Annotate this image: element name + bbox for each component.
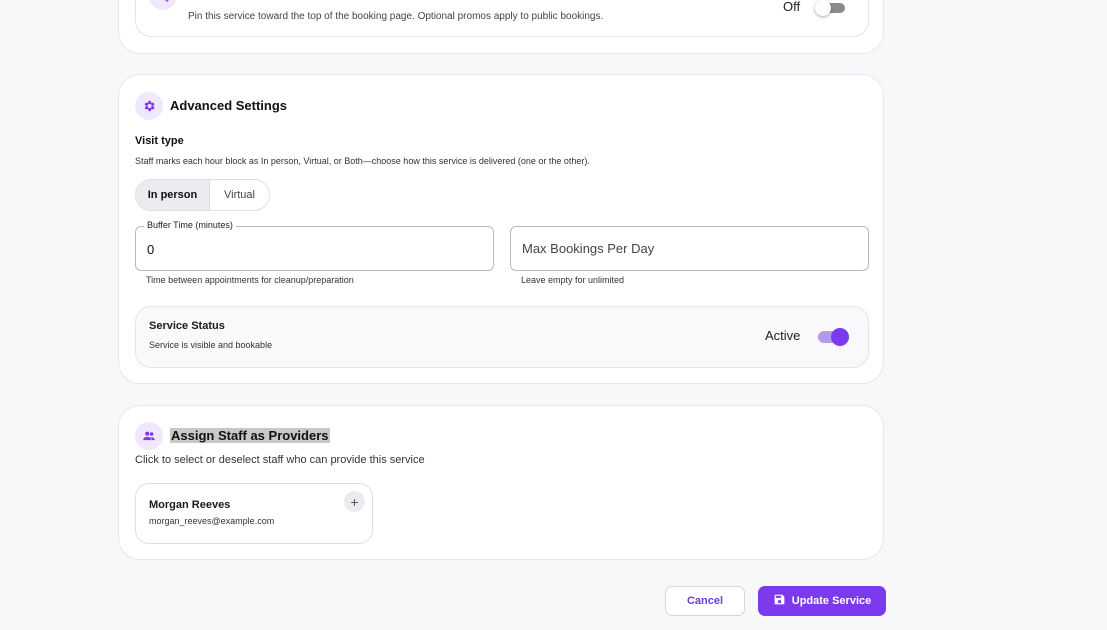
people-icon (135, 422, 163, 450)
promo-toggle-state: Off (783, 0, 801, 14)
save-icon (773, 593, 786, 609)
service-status-state: Active (765, 328, 801, 343)
buffer-time-value: 0 (147, 242, 155, 257)
max-bookings-help: Leave empty for unlimited (521, 275, 625, 285)
visit-type-toggle: In person Virtual (135, 179, 270, 211)
assign-staff-subtitle: Click to select or deselect staff who ca… (135, 454, 425, 466)
service-status-title: Service Status (149, 320, 225, 332)
gear-icon (135, 92, 163, 120)
assign-staff-title: Assign Staff as Providers (170, 428, 330, 443)
visit-option-virtual[interactable]: Virtual (210, 180, 269, 210)
visit-option-in-person[interactable]: In person (136, 180, 210, 210)
visit-type-help: Staff marks each hour block as In person… (135, 156, 590, 166)
sparkle-icon (149, 0, 177, 10)
promo-description: Pin this service toward the top of the b… (188, 11, 604, 22)
service-status-box: Service Status Service is visible and bo… (135, 306, 869, 368)
advanced-settings-card: Advanced Settings Visit type Staff marks… (118, 74, 884, 384)
assign-staff-card: Assign Staff as Providers Click to selec… (118, 405, 884, 560)
service-status-description: Service is visible and bookable (149, 340, 273, 350)
advanced-settings-title: Advanced Settings (170, 98, 288, 113)
service-status-toggle[interactable] (818, 328, 849, 346)
promo-toggle[interactable] (815, 0, 845, 16)
buffer-time-help: Time between appointments for cleanup/pr… (146, 275, 354, 285)
visit-type-label: Visit type (135, 135, 184, 147)
update-service-label: Update Service (791, 595, 872, 607)
buffer-time-field[interactable]: Buffer Time (minutes) 0 (135, 220, 494, 271)
update-service-button[interactable]: Update Service (758, 586, 886, 616)
staff-member-card[interactable]: Morgan Reeves morgan_reeves@example.com … (135, 483, 373, 544)
max-bookings-placeholder: Max Bookings Per Day (522, 241, 655, 256)
staff-member-name: Morgan Reeves (149, 499, 231, 511)
plus-icon[interactable]: + (344, 491, 365, 512)
buffer-time-label: Buffer Time (minutes) (144, 220, 236, 230)
promo-row: Pin this service toward the top of the b… (135, 0, 869, 37)
cancel-button-label: Cancel (686, 595, 724, 607)
cancel-button[interactable]: Cancel (665, 586, 745, 616)
staff-member-email: morgan_reeves@example.com (149, 516, 275, 526)
max-bookings-field[interactable]: Max Bookings Per Day (510, 226, 869, 271)
promo-card: Pin this service toward the top of the b… (118, 0, 884, 54)
